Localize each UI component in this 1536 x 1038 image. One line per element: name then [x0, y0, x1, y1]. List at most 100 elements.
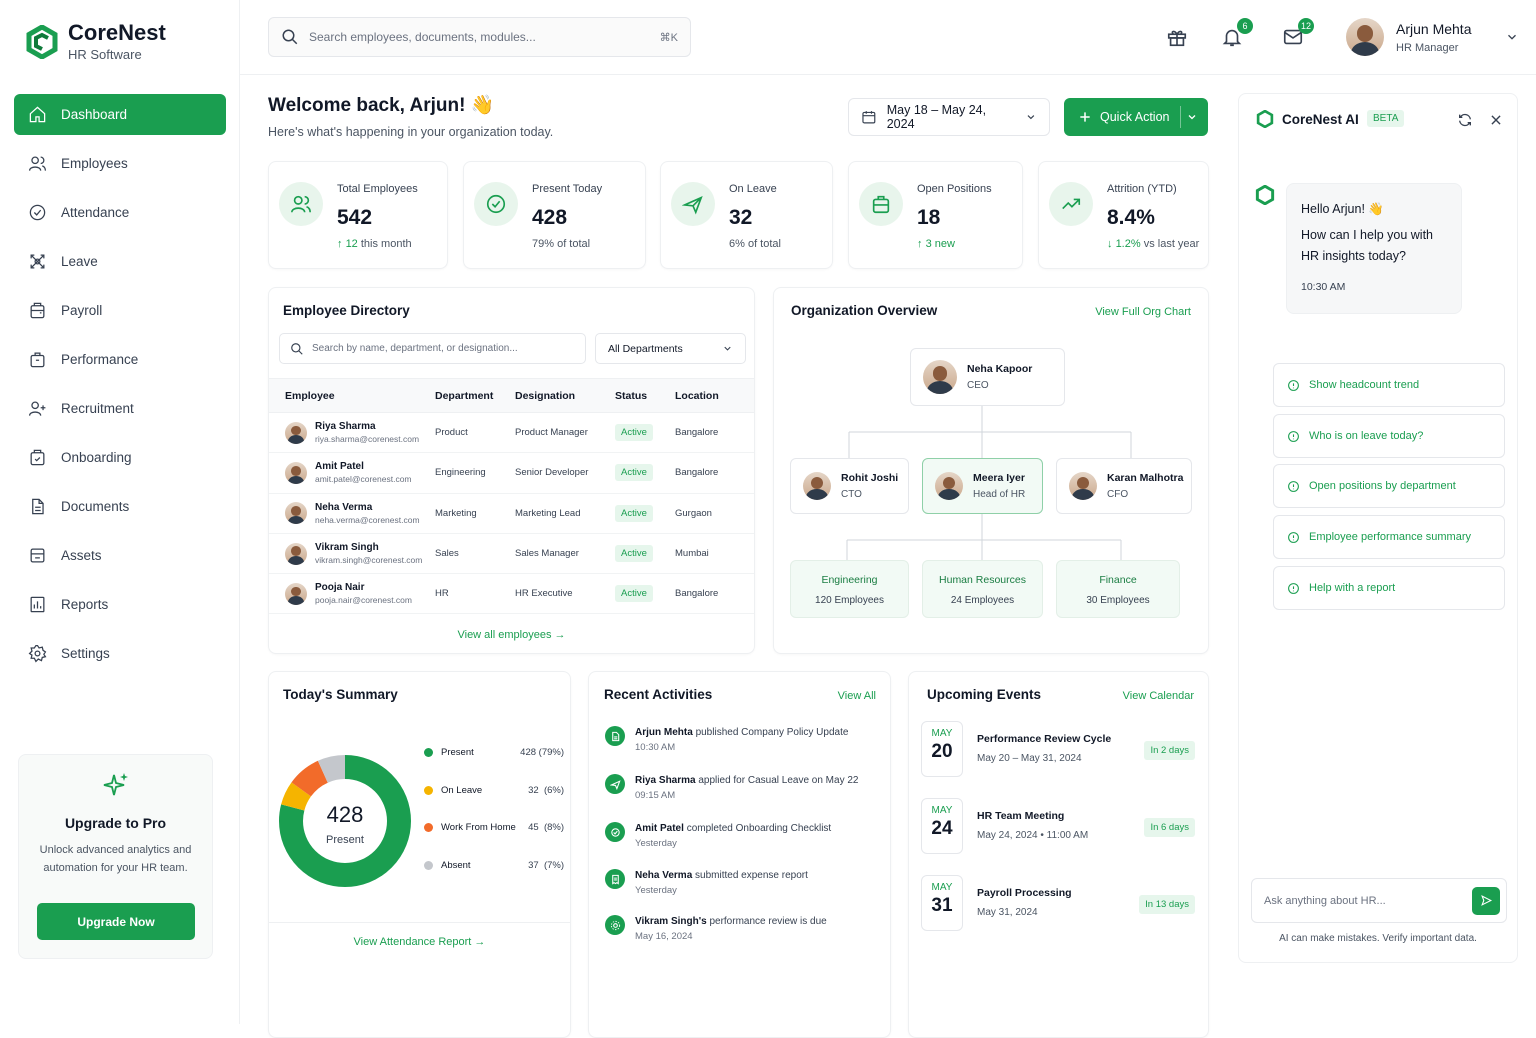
plus-icon	[1080, 112, 1090, 122]
sidebar-item-settings[interactable]: Settings	[14, 633, 226, 674]
corenest-logo-icon	[26, 25, 58, 59]
avatar	[935, 472, 963, 500]
brand-logo[interactable]: CoreNest HR Software	[26, 22, 166, 62]
dept-name: Human Resources	[939, 574, 1026, 586]
quick-action-button[interactable]: Quick Action	[1064, 98, 1208, 136]
sidebar-item-performance[interactable]: Performance	[14, 339, 226, 380]
avatar	[285, 421, 307, 444]
trending-up-icon	[1049, 182, 1093, 226]
sidebar-item-documents[interactable]: Documents	[14, 486, 226, 527]
table-row[interactable]: Amit Patel amit.patel@corenest.com Engine…	[269, 452, 754, 494]
event-item[interactable]: MAY 24 HR Team Meeting May 24, 2024 • 11:0…	[921, 798, 1195, 854]
sidebar-item-leave[interactable]: Leave	[14, 241, 226, 282]
view-all-activities-link[interactable]: View All	[838, 690, 876, 702]
sidebar-item-employees[interactable]: Employees	[14, 143, 226, 184]
stat-card-attrition[interactable]: Attrition (YTD) 8.4% ↓ 1.2% vs last year	[1038, 161, 1209, 269]
avatar	[285, 502, 307, 525]
employee-directory-card: Employee Directory Search by name, depar…	[268, 287, 755, 654]
sidebar-item-payroll[interactable]: Payroll	[14, 290, 226, 331]
org-node-cfo[interactable]: Karan Malhotra CFO	[1056, 458, 1192, 514]
activity-item[interactable]: Neha Verma submitted expense report Yeste…	[605, 869, 808, 896]
employee-department: Marketing	[435, 493, 515, 534]
stat-card-open-positions[interactable]: Open Positions 18 ↑ 3 new	[848, 161, 1023, 269]
sidebar-item-assets[interactable]: Assets	[14, 535, 226, 576]
view-calendar-link[interactable]: View Calendar	[1123, 690, 1194, 702]
sidebar-item-onboarding[interactable]: Onboarding	[14, 437, 226, 478]
dept-engineering[interactable]: Engineering 120 Employees	[790, 560, 909, 618]
gear-icon	[605, 915, 625, 935]
stat-card-total-employees[interactable]: Total Employees 542 ↑ 12 this month	[268, 161, 448, 269]
employee-designation: Marketing Lead	[515, 493, 615, 534]
event-countdown-badge: In 2 days	[1144, 741, 1195, 760]
quick-action-label: Quick Action	[1100, 110, 1170, 124]
department-filter-select[interactable]: All Departments	[595, 333, 746, 364]
donut-center-value: 428	[326, 802, 364, 827]
column-header-location[interactable]: Location	[675, 378, 754, 413]
upgrade-now-button[interactable]: Upgrade Now	[37, 903, 195, 940]
sidebar-item-recruitment[interactable]: Recruitment	[14, 388, 226, 429]
dept-finance[interactable]: Finance 30 Employees	[1056, 560, 1180, 618]
plane-icon	[605, 774, 625, 794]
event-date-badge: MAY 31	[921, 875, 963, 931]
activity-item[interactable]: Amit Patel completed Onboarding Checklis…	[605, 822, 831, 849]
event-item[interactable]: MAY 31 Payroll Processing May 31, 2024 In …	[921, 875, 1195, 931]
ai-suggestion-chip[interactable]: Show headcount trend	[1273, 363, 1505, 407]
activity-item[interactable]: Riya Sharma applied for Casual Leave on …	[605, 774, 858, 801]
employee-location: Gurgaon	[675, 493, 754, 534]
gift-button[interactable]	[1166, 26, 1188, 48]
org-node-ceo[interactable]: Neha Kapoor CEO	[910, 348, 1065, 406]
employee-name: Amit Patel	[315, 461, 364, 473]
user-plus-icon	[28, 401, 46, 416]
sidebar-item-attendance[interactable]: Attendance	[14, 192, 226, 233]
user-menu[interactable]: Arjun Mehta HR Manager	[1346, 18, 1519, 56]
table-row[interactable]: Pooja Nair pooja.nair@corenest.com HR HR …	[269, 573, 754, 615]
chevron-down-icon[interactable]	[1186, 111, 1198, 123]
org-node-head-of-hr[interactable]: Meera Iyer Head of HR	[922, 458, 1043, 514]
ai-suggestion-chip[interactable]: Employee performance summary	[1273, 515, 1505, 559]
date-range-picker[interactable]: May 18 – May 24, 2024	[848, 98, 1050, 136]
column-header-status[interactable]: Status	[615, 378, 675, 413]
activity-item[interactable]: Vikram Singh's performance review is due…	[605, 915, 827, 942]
upgrade-card: Upgrade to Pro Unlock advanced analytics…	[18, 754, 213, 959]
refresh-icon[interactable]	[1457, 112, 1473, 128]
messages-button[interactable]: 12	[1282, 18, 1314, 48]
activity-item[interactable]: Arjun Mehta published Company Policy Upd…	[605, 726, 848, 753]
stat-card-present-today[interactable]: Present Today 428 79% of total	[463, 161, 646, 269]
briefcase-icon	[859, 182, 903, 226]
corenest-logo-icon	[1256, 110, 1274, 128]
ai-suggestion-chip[interactable]: Who is on leave today?	[1273, 414, 1505, 458]
directory-search-input[interactable]: Search by name, department, or designati…	[279, 333, 586, 364]
users-icon	[279, 182, 323, 226]
table-row[interactable]: Neha Verma neha.verma@corenest.com Market…	[269, 493, 754, 534]
column-header-designation[interactable]: Designation	[515, 378, 615, 413]
sidebar-item-label: Reports	[61, 597, 109, 612]
org-node-cto[interactable]: Rohit Joshi CTO	[790, 458, 909, 514]
status-badge: Active	[615, 424, 653, 442]
view-all-employees-link[interactable]: View all employees →	[269, 629, 754, 641]
ai-chat-input[interactable]: Ask anything about HR...	[1251, 878, 1507, 923]
ai-suggestion-chip[interactable]: Help with a report	[1273, 566, 1505, 610]
dept-human-resources[interactable]: Human Resources 24 Employees	[922, 560, 1043, 618]
global-search-input[interactable]: Search employees, documents, modules... …	[268, 17, 691, 57]
event-item[interactable]: MAY 20 Performance Review Cycle May 20 – M…	[921, 721, 1195, 777]
notifications-button[interactable]: 6	[1221, 18, 1253, 48]
stat-label: Open Positions	[917, 183, 992, 195]
send-button[interactable]	[1472, 886, 1500, 915]
column-header-employee[interactable]: Employee	[269, 378, 435, 413]
info-icon	[1288, 379, 1299, 391]
org-person-name: Rohit Joshi	[841, 472, 899, 484]
table-row[interactable]: Riya Sharma riya.sharma@corenest.com Prod…	[269, 412, 754, 454]
view-attendance-report-link[interactable]: View Attendance Report →	[269, 936, 570, 948]
table-row[interactable]: Vikram Singh vikram.singh@corenest.com Sa…	[269, 533, 754, 575]
sidebar-item-dashboard[interactable]: Dashboard	[14, 94, 226, 135]
sidebar-item-label: Documents	[61, 499, 130, 514]
avatar	[923, 360, 957, 394]
stat-card-on-leave[interactable]: On Leave 32 6% of total	[660, 161, 833, 269]
sidebar-item-reports[interactable]: Reports	[14, 584, 226, 625]
ai-suggestion-chip[interactable]: Open positions by department	[1273, 464, 1505, 508]
close-icon[interactable]	[1489, 113, 1503, 127]
column-header-department[interactable]: Department	[435, 378, 515, 413]
legend-on-leave: On Leave 32 (6%)	[424, 785, 564, 796]
stat-value: 428	[532, 206, 568, 229]
employee-name: Neha Verma	[315, 501, 373, 513]
